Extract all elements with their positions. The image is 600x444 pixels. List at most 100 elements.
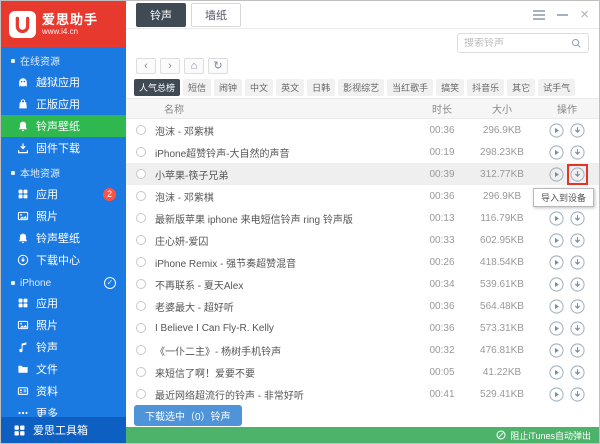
ringtone-row[interactable]: 泡沫 - 邓紫棋00:36296.9KB [126,119,599,141]
ringtone-row[interactable]: 《一仆二主》- 杨树手机铃声00:32476.81KB [126,339,599,361]
menu-icon[interactable] [533,14,545,16]
select-radio[interactable] [136,169,146,179]
ringtone-row[interactable]: 泡沫 - 邓紫棋00:36296.9KB [126,185,599,207]
category-chip-7[interactable]: 当红歌手 [387,79,433,96]
sidebar-item-more[interactable]: 更多 [1,402,126,417]
play-button[interactable] [549,233,564,248]
itunes-block-label[interactable]: 阻止iTunes自动弹出 [510,429,591,442]
search-input[interactable] [464,38,567,49]
back-button[interactable]: ‹ [136,58,156,74]
ringtone-size: 476.81KB [469,345,535,356]
download-button[interactable] [570,145,585,160]
select-radio[interactable] [136,191,146,201]
download-button[interactable] [570,321,585,336]
category-chip-6[interactable]: 影视综艺 [338,79,384,96]
sidebar-section-label: iPhone [20,278,51,289]
sidebar-item-genuine-apps[interactable]: 正版应用 [1,93,126,115]
download-button[interactable] [570,167,585,182]
play-button[interactable] [549,321,564,336]
select-radio[interactable] [136,345,146,355]
play-button[interactable] [549,167,564,182]
select-radio[interactable] [136,301,146,311]
ringtone-row[interactable]: 庄心妍-爱囚00:33602.95KB [126,229,599,251]
ringtone-row[interactable]: iPhone超赞铃声-大自然的声音00:19298.23KB [126,141,599,163]
download-button[interactable] [570,255,585,270]
ringtone-size: 298.23KB [469,147,535,158]
sidebar-item-files[interactable]: 文件 [1,358,126,380]
ringtone-row[interactable]: 不再联系 - 夏天Alex00:34539.61KB [126,273,599,295]
category-chip-10[interactable]: 其它 [507,79,535,96]
select-radio[interactable] [136,389,146,399]
sidebar-item-ringtone-wallpaper[interactable]: 铃声壁纸 [1,227,126,249]
play-button[interactable] [549,343,564,358]
sidebar-item-photos[interactable]: 照片 [1,314,126,336]
ringtone-row[interactable]: iPhone Remix - 强节奏超赞混音00:26418.54KB [126,251,599,273]
select-radio[interactable] [136,235,146,245]
download-button[interactable] [570,387,585,402]
home-button[interactable]: ⌂ [184,58,204,74]
play-button[interactable] [549,211,564,226]
ringtone-size: 296.9KB [469,191,535,202]
search-icon[interactable] [571,38,582,49]
category-chip-9[interactable]: 抖音乐 [467,79,504,96]
select-radio[interactable] [136,125,146,135]
ringtone-row[interactable]: 老婆最大 - 超好听00:36564.48KB [126,295,599,317]
play-button[interactable] [549,299,564,314]
select-radio[interactable] [136,147,146,157]
brand-name: 爱思助手 [42,12,98,28]
forward-button[interactable]: › [160,58,180,74]
sidebar-item-photos[interactable]: 照片 [1,205,126,227]
download-button[interactable] [570,211,585,226]
category-chip-2[interactable]: 闹钟 [214,79,242,96]
ringtone-name: 庄心妍-爱囚 [155,233,415,248]
category-chip-4[interactable]: 英文 [276,79,304,96]
download-selected-button[interactable]: 下载选中（0）铃声 [134,405,242,426]
import-tooltip: 导入到设备 [533,188,594,207]
download-button[interactable] [570,299,585,314]
download-button[interactable] [570,233,585,248]
category-chip-11[interactable]: 试手气 [538,79,575,96]
tab-ringtone[interactable]: 铃声 [136,3,186,27]
sidebar-item-apps[interactable]: 应用 [1,292,126,314]
play-button[interactable] [549,277,564,292]
refresh-button[interactable]: ↻ [208,58,228,74]
ringtone-row[interactable]: 最新版苹果 iphone 来电短信铃声 ring 铃声版00:13116.79K… [126,207,599,229]
status-bar: 阻止iTunes自动弹出 [126,427,599,443]
ringtone-row[interactable]: 来短信了啊！爱要不要00:0541.22KB [126,361,599,383]
ringtone-row[interactable]: 最近网络超流行的铃声 - 非常好听00:41529.41KB [126,383,599,403]
category-chip-1[interactable]: 短信 [183,79,211,96]
select-radio[interactable] [136,323,146,333]
category-chip-5[interactable]: 日韩 [307,79,335,96]
minimize-icon[interactable] [557,14,568,16]
search-box[interactable] [457,33,589,53]
category-chip-0[interactable]: 人气总榜 [134,79,180,96]
select-radio[interactable] [136,279,146,289]
sidebar-item-firmware-download[interactable]: 固件下载 [1,137,126,159]
select-radio[interactable] [136,213,146,223]
sidebar-item-ringtone[interactable]: 铃声 [1,336,126,358]
tab-wallpaper[interactable]: 墙纸 [191,3,241,27]
close-icon[interactable]: × [580,7,589,22]
play-button[interactable] [549,365,564,380]
ringtone-row[interactable]: I Believe I Can Fly-R. Kelly00:36573.31K… [126,317,599,339]
download-button[interactable] [570,123,585,138]
ringtone-row[interactable]: 小苹果-筷子兄弟00:39312.77KB [126,163,599,185]
select-radio[interactable] [136,367,146,377]
play-button[interactable] [549,123,564,138]
bottom-bar: 下载选中（0）铃声 [126,403,599,427]
download-button[interactable] [570,343,585,358]
category-chip-3[interactable]: 中文 [245,79,273,96]
category-chip-8[interactable]: 搞笑 [436,79,464,96]
sidebar-item-ringtone-wallpaper[interactable]: 铃声壁纸 [1,115,126,137]
toolbox-button[interactable]: 爱思工具箱 [1,417,126,443]
sidebar-item-download-center[interactable]: 下载中心 [1,249,126,271]
play-button[interactable] [549,145,564,160]
download-button[interactable] [570,277,585,292]
download-button[interactable] [570,365,585,380]
sidebar-item-jailbreak-apps[interactable]: 越狱应用 [1,71,126,93]
play-button[interactable] [549,255,564,270]
play-button[interactable] [549,387,564,402]
sidebar-item-data[interactable]: 资料 [1,380,126,402]
sidebar-item-apps[interactable]: 应用2 [1,183,126,205]
select-radio[interactable] [136,257,146,267]
